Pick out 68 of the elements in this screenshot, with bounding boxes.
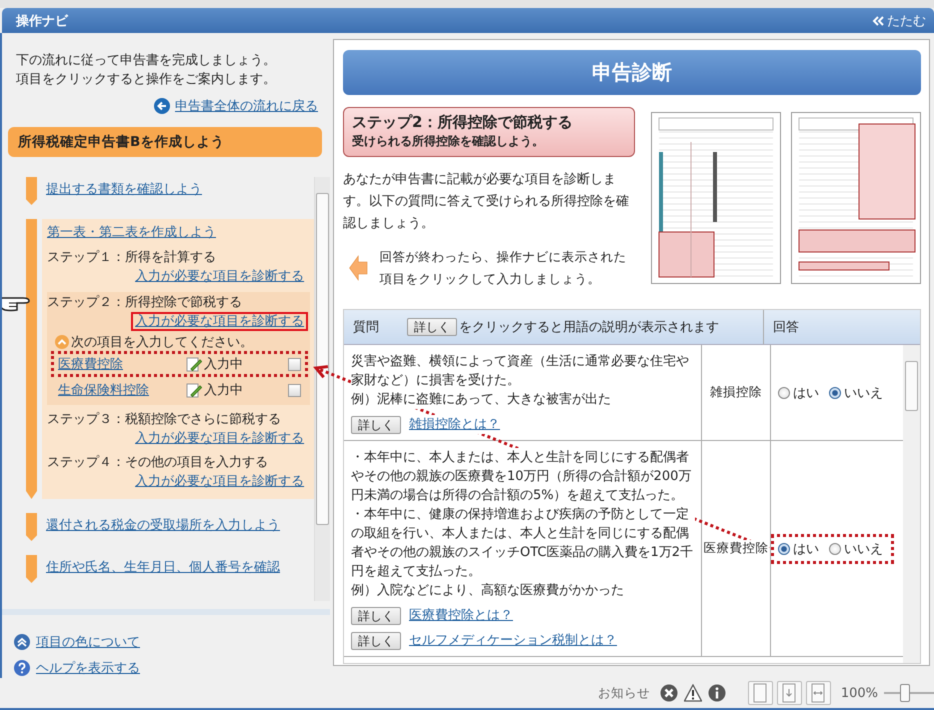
- diagnose-link[interactable]: 入力が必要な項目を診断する: [131, 429, 308, 448]
- notice-label: お知らせ: [598, 684, 650, 702]
- radio-option[interactable]: はい: [778, 384, 819, 402]
- pencil-document-icon: [186, 382, 202, 398]
- step-label: ステップ１：所得を計算する: [47, 249, 217, 267]
- flow-link[interactable]: 還付される税金の受取場所を入力しよう: [46, 516, 280, 536]
- description-text: あなたが申告書に記載が必要な項目を診断します。以下の質問に答えて受けられる所得控除を確認しましょう。: [343, 171, 630, 233]
- details-button[interactable]: 詳しく: [407, 318, 457, 336]
- flow-link[interactable]: 第一表・第二表を作成しよう: [47, 223, 216, 243]
- toolbar-button[interactable]: [748, 681, 773, 705]
- pencil-document-icon: [186, 356, 202, 372]
- instruction-text: 下の流れに従って申告書を完成しましょう。: [16, 52, 277, 70]
- page-icon: [752, 683, 768, 703]
- form-title-banner: 所得税確定申告書Bを作成しよう: [8, 127, 322, 157]
- deduction-link[interactable]: 生命保険料控除: [58, 381, 186, 399]
- toolbar-button[interactable]: [806, 681, 831, 705]
- back-link[interactable]: 申告書全体の流れに戻る: [175, 97, 318, 115]
- deduction-link[interactable]: 医療費控除: [58, 355, 186, 373]
- notice-text: 次の項目を入力してください。: [71, 334, 253, 351]
- step-label: ステップ３：税額控除でさらに節税する: [47, 411, 282, 429]
- term-link[interactable]: 雑損控除とは？: [409, 415, 500, 434]
- window-title: 操作ナビ: [16, 12, 68, 30]
- scrollbar[interactable]: [903, 345, 920, 663]
- page-down-icon: [781, 683, 798, 703]
- details-button[interactable]: 詳しく: [351, 606, 401, 624]
- page-width-icon: [810, 683, 826, 703]
- footer-link[interactable]: 項目の色について: [36, 633, 140, 651]
- instruction-text: 項目をクリックすると操作をご案内します。: [16, 71, 277, 89]
- help-icon: [14, 660, 30, 676]
- zoom-level: 100%: [840, 686, 878, 700]
- footer-link[interactable]: ヘルプを表示する: [36, 659, 140, 677]
- diagnosis-header: 申告診断: [343, 50, 921, 95]
- checkbox[interactable]: [288, 384, 302, 396]
- toolbar-button[interactable]: [776, 681, 802, 705]
- collapse-button[interactable]: たたむ: [872, 12, 926, 30]
- header-hint: をクリックすると用語の説明が表示されます: [459, 319, 719, 336]
- radio-option[interactable]: はい: [778, 540, 819, 558]
- instruction-text: 回答が終わったら、操作ナビに表示された項目をクリックして入力しましょう。: [380, 248, 628, 288]
- flow-marker: [26, 555, 37, 583]
- column-header: 質問: [353, 319, 380, 336]
- flow-marker: [26, 177, 37, 205]
- warning-icon: [684, 684, 702, 702]
- step-label: ステップ２：所得控除で節税する: [47, 294, 243, 312]
- status-text: 入力中: [204, 382, 243, 399]
- radio-option[interactable]: いいえ: [829, 540, 883, 558]
- deduction-name: 医療費控除: [704, 540, 768, 557]
- error-icon: [660, 684, 678, 702]
- scrollbar[interactable]: [314, 177, 330, 601]
- step-label: ステップ４：その他の項目を入力する: [47, 454, 269, 472]
- step-subtitle: 受けられる所得控除を確認しよう。: [352, 133, 545, 150]
- double-chevron-icon: [872, 16, 884, 26]
- details-button[interactable]: 詳しく: [351, 416, 401, 434]
- deduction-name: 雑損控除: [710, 384, 762, 401]
- diagnose-link[interactable]: 入力が必要な項目を診断する: [131, 472, 308, 491]
- diagnose-link[interactable]: 入力が必要な項目を診断する: [131, 312, 308, 331]
- diagnose-link[interactable]: 入力が必要な項目を診断する: [131, 267, 308, 286]
- column-header: 回答: [773, 319, 799, 336]
- flow-link[interactable]: 住所や氏名、生年月日、個人番号を確認: [46, 558, 280, 578]
- step-title: ステップ2：所得控除で節税する: [352, 112, 574, 132]
- flow-link[interactable]: 提出する書類を確認しよう: [46, 180, 202, 200]
- info-icon: [708, 684, 726, 702]
- chevron-up-circle-icon: [55, 335, 69, 349]
- checkbox[interactable]: [288, 358, 302, 370]
- details-button[interactable]: 詳しく: [351, 632, 401, 650]
- chevron-up-circle-icon: [14, 634, 30, 650]
- status-text: 入力中: [204, 356, 243, 373]
- flow-marker: [26, 513, 37, 541]
- radio-option[interactable]: いいえ: [829, 384, 883, 402]
